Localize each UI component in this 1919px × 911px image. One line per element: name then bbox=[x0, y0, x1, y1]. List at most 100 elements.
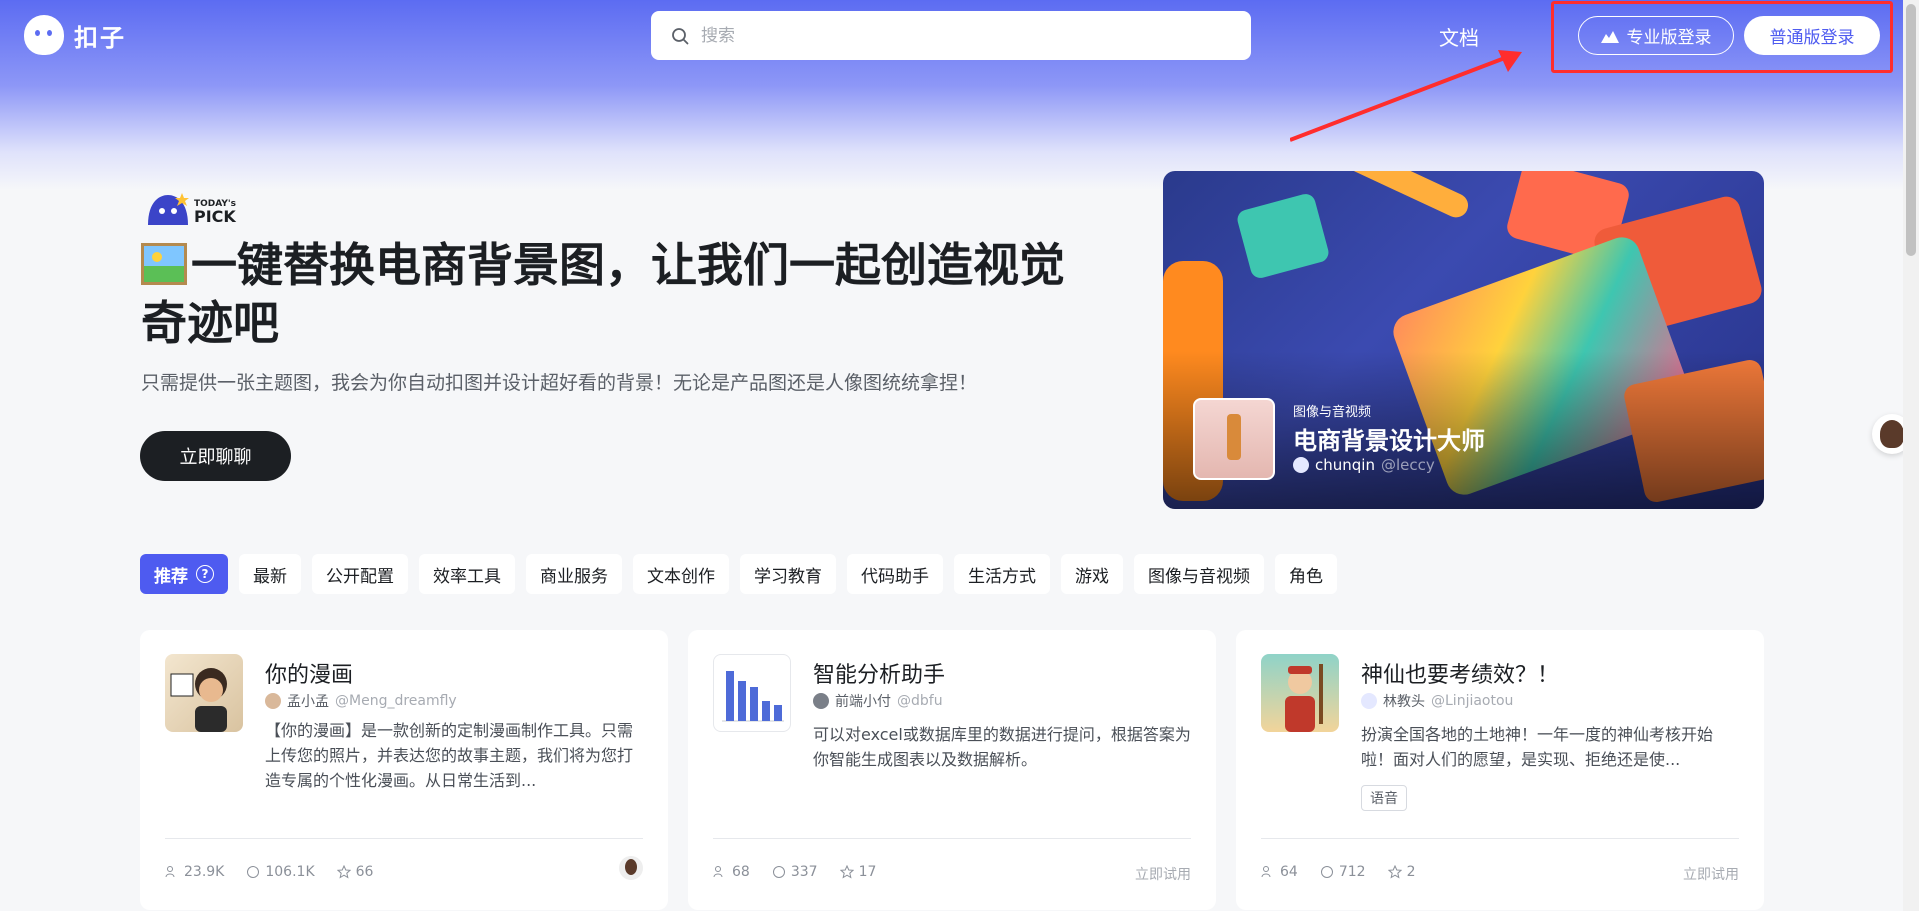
users-icon bbox=[713, 866, 723, 878]
tab-productivity[interactable]: 效率工具 bbox=[419, 554, 515, 594]
tab-latest[interactable]: 最新 bbox=[239, 554, 301, 594]
favorites-count: 2 bbox=[1406, 864, 1416, 880]
bot-stats: 23.9K 106.1K 66 bbox=[165, 864, 373, 880]
search-input[interactable] bbox=[699, 24, 1223, 47]
question-icon[interactable]: ? bbox=[196, 565, 214, 583]
search-icon bbox=[672, 27, 689, 44]
chat-icon bbox=[772, 866, 785, 878]
bot-avatar-deity bbox=[1261, 654, 1339, 732]
bot-author: 林教头 @Linjiaotou bbox=[1361, 691, 1513, 711]
tab-writing[interactable]: 文本创作 bbox=[633, 554, 729, 594]
bot-avatar-comic bbox=[165, 654, 243, 732]
users-icon bbox=[165, 866, 175, 878]
banner-bot-thumbnail bbox=[1193, 398, 1275, 480]
todays-pick-badge: TODAY's PICK bbox=[144, 191, 236, 225]
card-divider bbox=[713, 838, 1191, 839]
hero-title: 一键替换电商背景图，让我们一起创造视觉奇迹吧 bbox=[141, 236, 1081, 352]
bot-description: 扮演全国各地的土地神！一年一度的神仙考核开始啦！面对人们的愿望，是实现、拒绝还是… bbox=[1361, 725, 1714, 769]
banner-shape bbox=[1344, 171, 1472, 222]
author-name: 林教头 bbox=[1383, 694, 1425, 710]
star-icon bbox=[336, 865, 351, 879]
bot-card-list: 你的漫画 孟小孟 @Meng_dreamfly 【你的漫画】是一款创新的定制漫画… bbox=[140, 630, 1764, 910]
mountain-icon bbox=[1600, 30, 1619, 43]
bar-chart-icon bbox=[722, 671, 784, 722]
author-handle: @Meng_dreamfly bbox=[335, 693, 457, 709]
banner-category: 图像与音视频 bbox=[1293, 405, 1372, 420]
favorites-count: 66 bbox=[355, 864, 374, 880]
brand-logo[interactable]: 扣子 bbox=[24, 15, 126, 55]
star-icon bbox=[1387, 865, 1402, 879]
star-icon bbox=[839, 865, 854, 879]
bot-title: 神仙也要考绩效？！ bbox=[1361, 663, 1560, 688]
banner-author: chunqin @leccy bbox=[1293, 456, 1435, 474]
users-count: 64 bbox=[1280, 864, 1298, 880]
comic-character-icon bbox=[170, 668, 227, 732]
author-avatar bbox=[1293, 457, 1309, 473]
tab-characters[interactable]: 角色 bbox=[1275, 554, 1337, 594]
banner-author-name: chunqin bbox=[1315, 456, 1375, 474]
author-handle: @dbfu bbox=[897, 693, 943, 709]
bot-card[interactable]: 智能分析助手 前端小付 @dbfu 可以对excel或数据库里的数据进行提问，根… bbox=[688, 630, 1216, 910]
banner-shape bbox=[1235, 191, 1331, 281]
bot-description: 【你的漫画】是一款创新的定制漫画制作工具。只需上传您的照片，并表达您的故事主题，… bbox=[265, 721, 634, 790]
try-now-link[interactable]: 立即试用 bbox=[1683, 864, 1739, 884]
card-divider bbox=[1261, 838, 1739, 839]
hero-subtitle: 只需提供一张主题图，我会为你自动扣图并设计超好看的背景！无论是产品图还是人像图统… bbox=[141, 372, 978, 394]
bot-author: 前端小付 @dbfu bbox=[813, 691, 943, 711]
bot-title: 你的漫画 bbox=[265, 663, 354, 688]
framed-picture-icon bbox=[141, 243, 187, 285]
page-scrollbar-thumb[interactable] bbox=[1906, 4, 1916, 256]
pro-login-button[interactable]: 专业版登录 bbox=[1578, 16, 1734, 55]
featured-banner[interactable]: 图像与音视频 电商背景设计大师 chunqin @leccy bbox=[1163, 171, 1764, 509]
normal-login-button[interactable]: 普通版登录 bbox=[1744, 16, 1880, 55]
chat-now-button[interactable]: 立即聊聊 bbox=[140, 431, 291, 481]
banner-title: 电商背景设计大师 bbox=[1293, 427, 1485, 455]
author-avatar bbox=[265, 693, 281, 709]
bot-stats: 68 337 17 bbox=[713, 864, 876, 880]
bot-card[interactable]: 神仙也要考绩效？！ 林教头 @Linjiaotou 扮演全国各地的土地神！一年一… bbox=[1236, 630, 1764, 910]
author-avatar bbox=[813, 693, 829, 709]
category-tabs: 推荐 ? 最新 公开配置 效率工具 商业服务 文本创作 学习教育 代码助手 生活… bbox=[140, 554, 1337, 594]
banner-author-handle: @leccy bbox=[1380, 456, 1435, 474]
brand-name: 扣子 bbox=[74, 23, 126, 52]
tab-media[interactable]: 图像与音视频 bbox=[1134, 554, 1264, 594]
favorites-count: 17 bbox=[858, 864, 877, 880]
bot-avatar-chart bbox=[713, 654, 791, 732]
docs-link[interactable]: 文档 bbox=[1439, 22, 1479, 51]
chat-icon bbox=[1320, 866, 1333, 878]
author-name: 孟小孟 bbox=[287, 694, 329, 710]
bot-description: 可以对excel或数据库里的数据进行提问，根据答案为你智能生成图表以及数据解析。 bbox=[813, 725, 1191, 769]
bot-stats: 64 712 2 bbox=[1261, 864, 1415, 880]
tab-public-config[interactable]: 公开配置 bbox=[312, 554, 408, 594]
author-avatar bbox=[1361, 693, 1377, 709]
bot-author: 孟小孟 @Meng_dreamfly bbox=[265, 691, 457, 711]
chats-count: 106.1K bbox=[265, 864, 315, 880]
tab-lifestyle[interactable]: 生活方式 bbox=[954, 554, 1050, 594]
tab-label: 推荐 bbox=[154, 566, 188, 587]
hero-title-text: 一键替换电商背景图，让我们一起创造视觉奇迹吧 bbox=[141, 238, 1065, 350]
bot-card[interactable]: 你的漫画 孟小孟 @Meng_dreamfly 【你的漫画】是一款创新的定制漫画… bbox=[140, 630, 668, 910]
tab-education[interactable]: 学习教育 bbox=[740, 554, 836, 594]
tab-code[interactable]: 代码助手 bbox=[847, 554, 943, 594]
tab-recommended[interactable]: 推荐 ? bbox=[140, 554, 228, 594]
annotation-arrow bbox=[1290, 50, 1522, 142]
chats-count: 712 bbox=[1338, 864, 1366, 880]
tab-games[interactable]: 游戏 bbox=[1061, 554, 1123, 594]
bot-tag: 语音 bbox=[1361, 785, 1407, 811]
author-name: 前端小付 bbox=[835, 694, 891, 710]
chat-icon bbox=[247, 866, 260, 878]
pick-logo-icon bbox=[148, 193, 189, 225]
try-now-link[interactable]: 立即试用 bbox=[1135, 864, 1191, 884]
pick-large-text: PICK bbox=[194, 207, 236, 226]
search-bar[interactable] bbox=[651, 11, 1251, 60]
deity-character-icon bbox=[1285, 664, 1323, 732]
users-icon bbox=[1261, 866, 1271, 878]
card-divider bbox=[165, 838, 643, 839]
users-count: 23.9K bbox=[184, 864, 225, 880]
pro-login-label: 专业版登录 bbox=[1626, 28, 1712, 48]
tab-business[interactable]: 商业服务 bbox=[526, 554, 622, 594]
users-count: 68 bbox=[732, 864, 750, 880]
chats-count: 337 bbox=[790, 864, 818, 880]
user-avatar[interactable] bbox=[619, 856, 643, 880]
brand-logo-icon bbox=[24, 15, 64, 55]
